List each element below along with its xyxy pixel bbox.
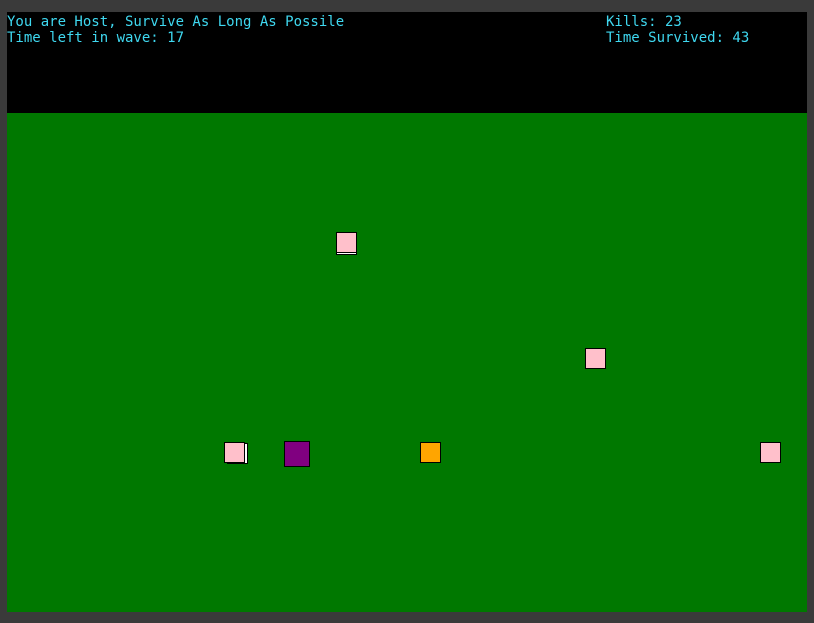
pickup-square	[420, 442, 441, 463]
play-field[interactable]	[7, 113, 807, 612]
enemy-square	[336, 232, 357, 253]
game-canvas[interactable]: You are Host, Survive As Long As Possile…	[7, 12, 807, 612]
player-square	[284, 441, 310, 467]
game-window: You are Host, Survive As Long As Possile…	[0, 0, 814, 623]
host-status-text: You are Host, Survive As Long As Possile	[7, 14, 345, 30]
enemy-square	[760, 442, 781, 463]
enemy-square	[585, 348, 606, 369]
wave-timer-text: Time left in wave: 17	[7, 30, 185, 46]
hud-panel: You are Host, Survive As Long As Possile…	[7, 12, 807, 112]
time-survived-counter: Time Survived: 43	[606, 30, 750, 46]
kills-counter: Kills: 23	[606, 14, 682, 30]
enemy-square	[224, 442, 245, 463]
